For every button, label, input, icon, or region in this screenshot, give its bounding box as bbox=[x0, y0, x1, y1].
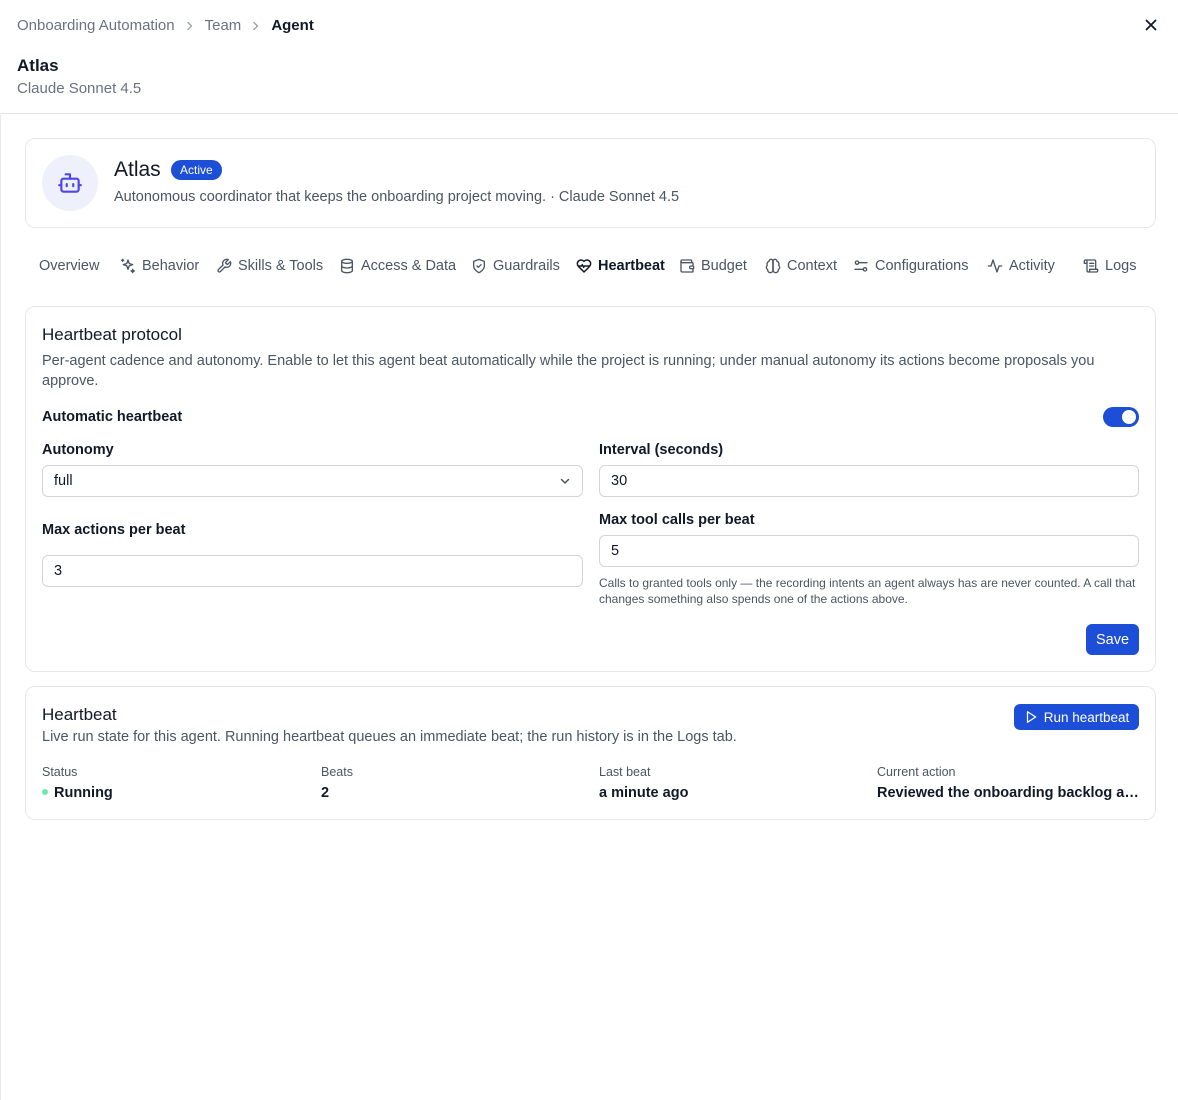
autonomy-label: Autonomy bbox=[42, 442, 114, 458]
tab-budget[interactable]: Budget bbox=[679, 258, 747, 274]
wrench-icon bbox=[217, 258, 232, 273]
heartbeat-run-card: Heartbeat Live run state for this agent.… bbox=[25, 686, 1156, 820]
agent-description: Autonomous coordinator that keeps the on… bbox=[114, 189, 680, 205]
tab-label: Context bbox=[787, 258, 837, 274]
breadcrumb-item-team[interactable]: Team bbox=[205, 17, 242, 34]
breadcrumb-current: Agent bbox=[271, 17, 314, 34]
breadcrumb-item-project[interactable]: Onboarding Automation bbox=[17, 17, 175, 34]
shield-icon bbox=[473, 258, 485, 274]
section-description: Live run state for this agent. Running h… bbox=[42, 729, 737, 745]
tab-overview[interactable]: Overview bbox=[39, 258, 99, 274]
status-text: Running bbox=[54, 785, 113, 801]
max-tool-calls-label: Max tool calls per beat bbox=[599, 512, 755, 528]
automatic-heartbeat-label: Automatic heartbeat bbox=[42, 409, 183, 425]
section-title: Heartbeat bbox=[42, 705, 117, 724]
tab-heartbeat[interactable]: Heartbeat bbox=[576, 258, 665, 274]
status-badge: Active bbox=[171, 160, 222, 180]
top-bar: Onboarding Automation Team Agent Atlas C… bbox=[0, 0, 1178, 114]
tab-label: Heartbeat bbox=[598, 258, 665, 274]
chevron-right-icon bbox=[185, 21, 195, 31]
tab-label: Activity bbox=[1009, 258, 1055, 274]
interval-input[interactable] bbox=[599, 465, 1139, 497]
tab-bar: Overview Behavior Skills & Tools Access … bbox=[25, 256, 1156, 280]
main-panel: Atlas Active Autonomous coordinator that… bbox=[0, 115, 1178, 1100]
sliders-icon bbox=[854, 260, 868, 272]
run-heartbeat-button[interactable]: Run heartbeat bbox=[1014, 704, 1139, 730]
tab-label: Budget bbox=[701, 258, 747, 274]
current-action-value: Reviewed the onboarding backlog and assi… bbox=[877, 785, 1139, 801]
heartbeat-protocol-card: Heartbeat protocol Per-agent cadence and… bbox=[25, 306, 1156, 672]
last-beat-value: a minute ago bbox=[599, 785, 689, 801]
max-tool-calls-input[interactable] bbox=[599, 535, 1139, 567]
close-icon bbox=[1145, 19, 1157, 31]
agent-name: Atlas bbox=[114, 158, 161, 181]
max-actions-input[interactable] bbox=[42, 555, 583, 587]
tab-access-data[interactable]: Access & Data bbox=[339, 258, 456, 274]
agent-profile-card: Atlas Active Autonomous coordinator that… bbox=[25, 138, 1156, 228]
beats-label: Beats bbox=[321, 765, 353, 779]
close-button[interactable] bbox=[1142, 16, 1160, 34]
tab-logs[interactable]: Logs bbox=[1083, 258, 1136, 274]
tab-label: Configurations bbox=[875, 258, 969, 274]
tab-label: Overview bbox=[39, 258, 100, 274]
heart-pulse-icon bbox=[576, 259, 592, 273]
tab-configurations[interactable]: Configurations bbox=[853, 258, 969, 274]
run-heartbeat-label: Run heartbeat bbox=[1043, 709, 1130, 725]
max-tool-calls-hint: Calls to granted tools only — the record… bbox=[599, 576, 1136, 606]
chevron-down-icon bbox=[560, 478, 570, 484]
avatar bbox=[42, 155, 98, 211]
tab-label: Behavior bbox=[142, 258, 200, 274]
section-title: Heartbeat protocol bbox=[42, 325, 182, 344]
chevron-right-icon bbox=[251, 21, 261, 31]
tab-label: Skills & Tools bbox=[238, 258, 324, 274]
activity-icon bbox=[987, 259, 1003, 273]
database-icon bbox=[341, 258, 353, 274]
tab-context[interactable]: Context bbox=[765, 258, 837, 274]
status-label: Status bbox=[42, 765, 78, 779]
tab-skills-tools[interactable]: Skills & Tools bbox=[216, 258, 323, 274]
status-value: Running bbox=[42, 785, 113, 801]
scroll-icon bbox=[1083, 259, 1099, 273]
tab-label: Logs bbox=[1105, 258, 1137, 274]
wallet-icon bbox=[680, 259, 695, 273]
beats-value: 2 bbox=[321, 785, 330, 801]
brain-icon bbox=[765, 258, 781, 274]
sparkles-icon bbox=[121, 258, 135, 274]
tab-label: Guardrails bbox=[493, 258, 560, 274]
play-icon bbox=[1026, 711, 1037, 723]
bot-icon bbox=[58, 173, 82, 193]
max-actions-label: Max actions per beat bbox=[42, 522, 186, 538]
tab-activity[interactable]: Activity bbox=[987, 258, 1055, 274]
page-subtitle: Claude Sonnet 4.5 bbox=[17, 80, 142, 97]
tab-behavior[interactable]: Behavior bbox=[120, 258, 199, 274]
tab-label: Access & Data bbox=[361, 258, 457, 274]
current-action-label: Current action bbox=[877, 765, 956, 779]
automatic-heartbeat-toggle[interactable] bbox=[1103, 407, 1139, 427]
autonomy-select[interactable]: full bbox=[42, 465, 583, 497]
status-dot bbox=[42, 789, 48, 796]
autonomy-selected-value: full bbox=[54, 473, 73, 489]
toggle-knob bbox=[1122, 410, 1136, 424]
save-button[interactable]: Save bbox=[1086, 624, 1139, 655]
page-title: Atlas bbox=[17, 56, 59, 75]
last-beat-label: Last beat bbox=[599, 765, 651, 779]
section-description: Per-agent cadence and autonomy. Enable t… bbox=[42, 353, 1095, 389]
breadcrumb: Onboarding Automation Team Agent bbox=[17, 17, 314, 34]
interval-label: Interval (seconds) bbox=[599, 442, 724, 458]
tab-guardrails[interactable]: Guardrails bbox=[471, 258, 560, 274]
